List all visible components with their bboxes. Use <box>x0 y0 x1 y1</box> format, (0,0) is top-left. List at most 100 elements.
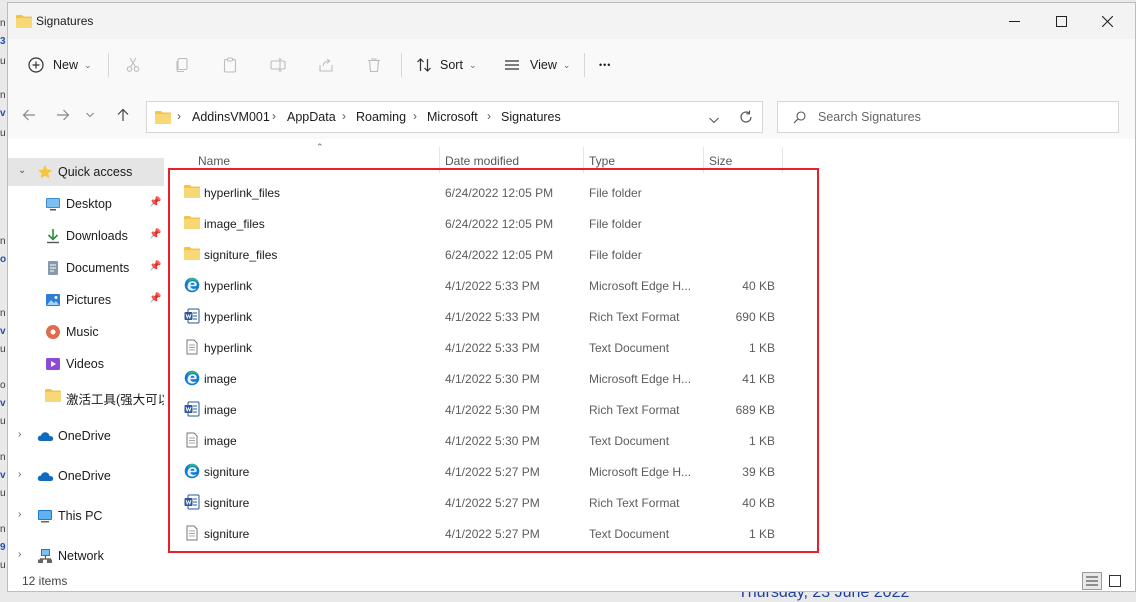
details-view-icon <box>1086 576 1098 586</box>
file-date-modified: 4/1/2022 5:33 PM <box>445 341 540 355</box>
more-options-button[interactable]: ••• <box>599 39 611 91</box>
sidebar-item-desktop[interactable]: Desktop 📌 <box>8 190 164 218</box>
sidebar-item-label: Music <box>66 325 99 339</box>
refresh-icon[interactable] <box>739 110 753 127</box>
address-bar[interactable]: › AddinsVM001 › AppData › Roaming › Micr… <box>146 101 763 133</box>
view-list-icon <box>505 60 519 70</box>
column-header-type[interactable]: Type <box>589 154 615 168</box>
breadcrumb-separator-icon: › <box>487 109 491 123</box>
minimize-button[interactable] <box>991 3 1037 39</box>
file-type: File folder <box>589 217 642 231</box>
file-row[interactable]: hyperlink_files 6/24/2022 12:05 PM File fo… <box>178 177 798 208</box>
search-placeholder: Search Signatures <box>818 110 921 124</box>
up-button[interactable] <box>111 103 135 127</box>
pin-icon[interactable]: 📌 <box>149 197 161 208</box>
edge-icon <box>184 277 200 293</box>
chevron-right-icon[interactable]: › <box>18 549 21 560</box>
new-label: New <box>53 58 79 72</box>
copy-button[interactable] <box>170 53 194 77</box>
details-view-button[interactable] <box>1082 572 1102 590</box>
chevron-right-icon[interactable]: › <box>18 469 21 480</box>
file-row[interactable]: image 4/1/2022 5:30 PM Rich Text Format 689… <box>178 394 798 425</box>
chevron-right-icon[interactable]: › <box>18 429 21 440</box>
delete-button[interactable] <box>362 53 386 77</box>
close-button[interactable] <box>1084 3 1130 39</box>
sidebar-item-quick-access[interactable]: ⌄ Quick access <box>8 158 164 186</box>
network-icon <box>37 548 53 564</box>
large-icons-view-button[interactable] <box>1105 572 1125 590</box>
forward-button[interactable] <box>51 103 75 127</box>
share-icon <box>319 58 333 72</box>
share-button[interactable] <box>314 53 338 77</box>
view-button[interactable]: View ⌄ <box>504 39 570 91</box>
column-header-name[interactable]: Name <box>198 154 230 168</box>
file-row[interactable]: image 4/1/2022 5:30 PM Microsoft Edge H...… <box>178 363 798 394</box>
file-row[interactable]: hyperlink 4/1/2022 5:33 PM Text Document 1 … <box>178 332 798 363</box>
file-row[interactable]: signiture 4/1/2022 5:27 PM Text Document 1 … <box>178 518 798 549</box>
file-row[interactable]: image_files 6/24/2022 12:05 PM File folder <box>178 208 798 239</box>
file-name: hyperlink_files <box>204 186 281 200</box>
status-bar: 12 items <box>8 567 1135 591</box>
file-row[interactable]: hyperlink 4/1/2022 5:33 PM Microsoft Edge … <box>178 270 798 301</box>
sidebar-item-onedrive[interactable]: › OneDrive <box>8 422 164 450</box>
sidebar-item-videos[interactable]: Videos <box>8 350 164 378</box>
address-history-chevron-icon[interactable] <box>709 113 719 127</box>
title-bar[interactable]: Signatures <box>8 3 1135 39</box>
column-divider[interactable] <box>583 147 584 173</box>
pin-icon[interactable]: 📌 <box>149 229 161 240</box>
sort-button[interactable]: Sort ⌄ <box>416 39 476 91</box>
column-header-date-modified[interactable]: Date modified <box>445 154 519 168</box>
sidebar-item-downloads[interactable]: Downloads 📌 <box>8 222 164 250</box>
chevron-down-icon[interactable]: ⌄ <box>18 165 26 176</box>
recent-locations-button[interactable] <box>81 103 99 127</box>
file-size: 40 KB <box>742 496 775 510</box>
copy-icon <box>176 57 188 73</box>
back-button[interactable] <box>17 103 41 127</box>
file-size: 1 KB <box>748 341 775 355</box>
sidebar-item-this-pc[interactable]: › This PC <box>8 502 164 530</box>
file-size: 1 KB <box>748 434 775 448</box>
new-button[interactable]: New ⌄ <box>28 39 92 91</box>
sidebar-item-documents[interactable]: Documents 📌 <box>8 254 164 282</box>
file-name: hyperlink <box>204 341 253 355</box>
paste-button[interactable] <box>218 53 242 77</box>
file-date-modified: 4/1/2022 5:27 PM <box>445 496 540 510</box>
file-row[interactable]: hyperlink 4/1/2022 5:33 PM Rich Text Forma… <box>178 301 798 332</box>
file-date-modified: 4/1/2022 5:27 PM <box>445 465 540 479</box>
pin-icon[interactable]: 📌 <box>149 293 161 304</box>
sidebar-item-pictures[interactable]: Pictures 📌 <box>8 286 164 314</box>
sidebar-item-music[interactable]: Music <box>8 318 164 346</box>
item-count: 12 items <box>22 574 68 588</box>
sidebar-item-label: OneDrive <box>58 429 111 443</box>
file-type: Text Document <box>589 341 670 355</box>
sidebar-item-label: Downloads <box>66 229 128 243</box>
breadcrumb-item-current[interactable]: Signatures <box>501 110 561 124</box>
maximize-button[interactable] <box>1038 3 1084 39</box>
file-row[interactable]: signiture_files 6/24/2022 12:05 PM File fo… <box>178 239 798 270</box>
navigation-bar: › AddinsVM001 › AppData › Roaming › Micr… <box>8 91 1135 139</box>
file-row[interactable]: image 4/1/2022 5:30 PM Text Document 1 KB <box>178 425 798 456</box>
word-icon <box>184 401 200 417</box>
file-date-modified: 4/1/2022 5:30 PM <box>445 403 540 417</box>
column-divider[interactable] <box>439 147 440 173</box>
sidebar-item-onedrive-2[interactable]: › OneDrive <box>8 462 164 490</box>
column-divider[interactable] <box>782 147 783 173</box>
sidebar-item-network[interactable]: › Network <box>8 542 164 570</box>
rename-button[interactable] <box>266 53 290 77</box>
column-header-size[interactable]: Size <box>709 154 732 168</box>
pin-icon[interactable]: 📌 <box>149 261 161 272</box>
search-input[interactable]: Search Signatures <box>777 101 1119 133</box>
chevron-right-icon[interactable]: › <box>18 509 21 520</box>
file-list: ⌃ Name Date modified Type Size hyperlink… <box>166 139 1135 567</box>
file-row[interactable]: signiture 4/1/2022 5:27 PM Microsoft Edge … <box>178 456 798 487</box>
breadcrumb-item[interactable]: AddinsVM001 <box>192 110 270 124</box>
breadcrumb-item[interactable]: AppData <box>287 110 336 124</box>
sidebar-item-activation-tools[interactable]: 激活工具(强大可以 <box>8 382 164 410</box>
file-row[interactable]: signiture 4/1/2022 5:27 PM Rich Text Forma… <box>178 487 798 518</box>
cut-button[interactable] <box>121 53 145 77</box>
breadcrumb-item[interactable]: Microsoft <box>427 110 478 124</box>
column-divider[interactable] <box>703 147 704 173</box>
divider <box>401 53 402 77</box>
breadcrumb-item[interactable]: Roaming <box>356 110 406 124</box>
folder-icon <box>16 14 32 31</box>
